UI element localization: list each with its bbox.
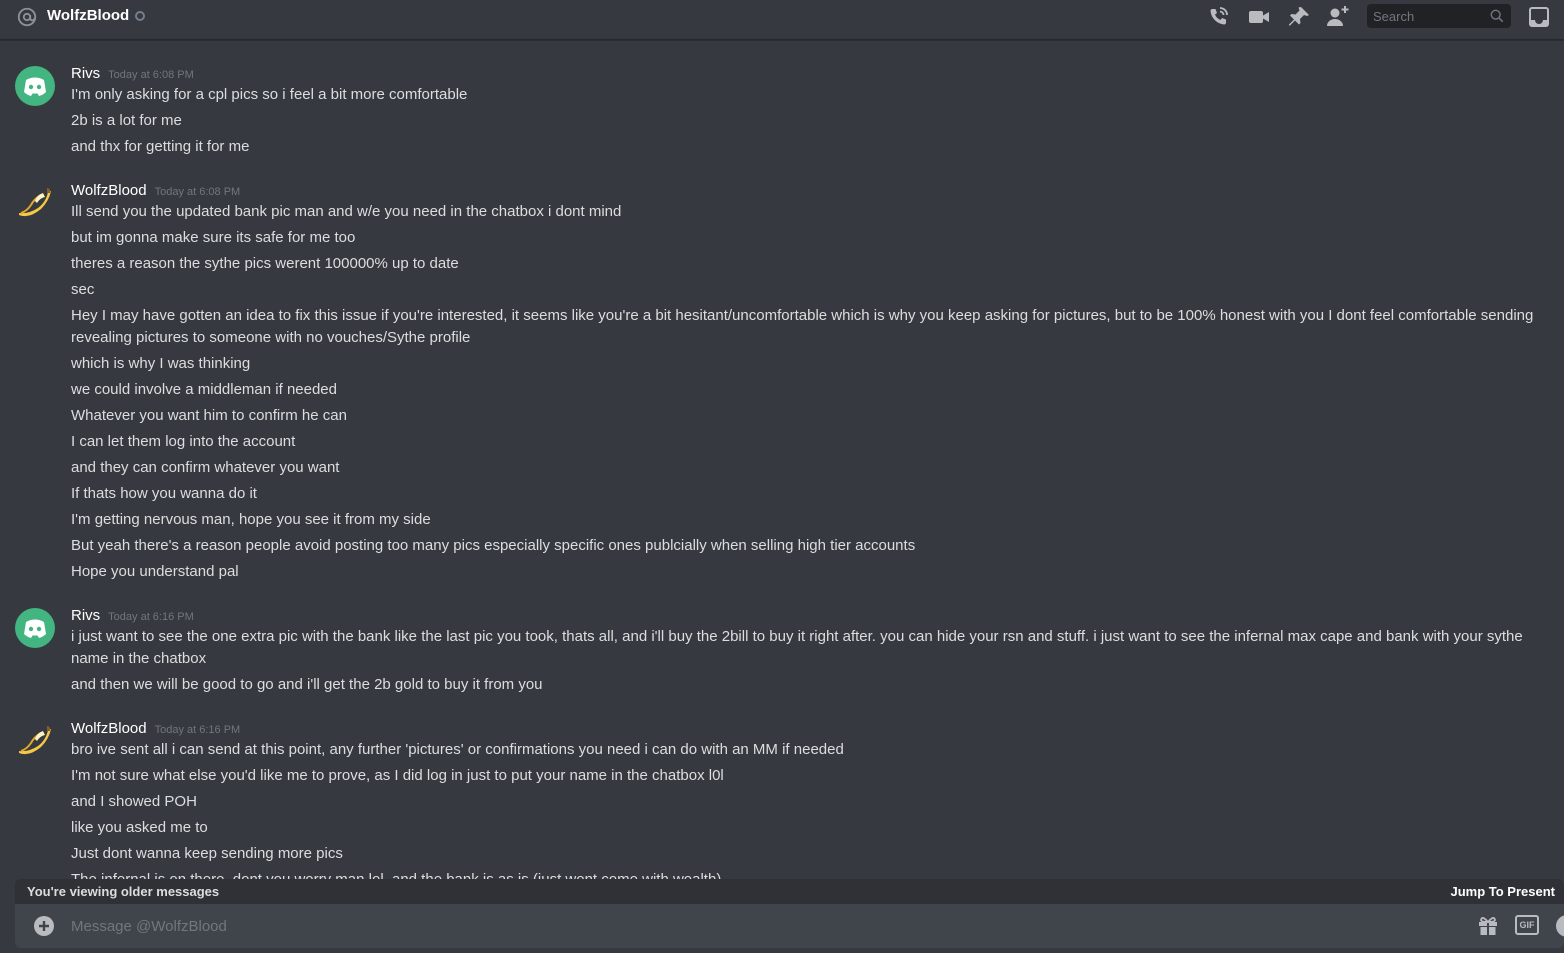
start-voice-call-icon[interactable] — [1206, 5, 1230, 29]
message-text: 2b is a lot for me — [71, 112, 182, 129]
timestamp: Today at 6:08 PM — [108, 69, 194, 81]
pinned-messages-icon[interactable] — [1287, 5, 1311, 29]
message-text: Hey I may have gotten an idea to fix thi… — [71, 307, 1534, 346]
message-text: we could involve a middleman if needed — [71, 381, 337, 398]
at-sign-icon — [17, 7, 37, 27]
offline-status-icon — [135, 11, 145, 21]
message-text: I'm not sure what else you'd like me to … — [71, 767, 724, 784]
message-text: and they can confirm whatever you want — [71, 459, 340, 476]
message-text: If thats how you wanna do it — [71, 485, 257, 502]
message-text: Just dont wanna keep sending more pics — [71, 845, 343, 862]
emoji-picker-icon[interactable] — [1556, 915, 1564, 937]
avatar[interactable] — [15, 608, 55, 648]
timestamp: Today at 6:16 PM — [154, 724, 241, 736]
message-text: Whatever you want him to confirm he can — [71, 407, 347, 424]
search-bar[interactable] — [1367, 4, 1511, 28]
username[interactable]: Rivs — [71, 65, 100, 82]
discord-logo-icon — [24, 77, 46, 96]
timestamp: Today at 6:08 PM — [154, 186, 241, 198]
search-icon — [1490, 9, 1504, 23]
message-text: I'm getting nervous man, hope you see it… — [71, 511, 431, 528]
message-header: WolfzBlood Today at 6:08 PM — [71, 182, 240, 199]
message-text: I'm only asking for a cpl pics so i feel… — [71, 86, 468, 103]
avatar[interactable] — [15, 183, 55, 223]
older-messages-notice: You're viewing older messages — [27, 884, 220, 899]
message-text: I can let them log into the account — [71, 433, 296, 450]
start-video-call-icon[interactable] — [1247, 5, 1271, 29]
message-text: But yeah there's a reason people avoid p… — [71, 537, 916, 554]
message-text: which is why I was thinking — [71, 355, 251, 372]
banana-icon — [19, 726, 51, 755]
jump-to-present-button[interactable]: Jump To Present — [1450, 884, 1555, 899]
message-composer: GIF — [15, 904, 1564, 948]
discord-logo-icon — [24, 619, 46, 638]
message-text: and thx for getting it for me — [71, 138, 250, 155]
message-text: The infernal is on there, dont you worry… — [71, 869, 1541, 879]
message-text: and I showed POH — [71, 793, 197, 810]
avatar[interactable] — [15, 721, 55, 761]
message-text: but im gonna make sure its safe for me t… — [71, 229, 356, 246]
username[interactable]: Rivs — [71, 607, 100, 624]
banana-icon — [19, 188, 51, 217]
message-text: theres a reason the sythe pics werent 10… — [71, 255, 459, 272]
inbox-icon[interactable] — [1527, 5, 1551, 29]
add-friends-to-dm-icon[interactable] — [1326, 5, 1350, 29]
message-text: and then we will be good to go and i'll … — [71, 676, 543, 693]
message-header: WolfzBlood Today at 6:16 PM — [71, 720, 240, 737]
older-messages-bar: You're viewing older messages Jump To Pr… — [15, 879, 1564, 904]
channel-header: WolfzBlood — [0, 0, 1564, 40]
gif-picker-button[interactable]: GIF — [1515, 915, 1539, 935]
channel-name: WolfzBlood — [47, 7, 130, 24]
message-text: Hope you understand pal — [71, 563, 239, 580]
upload-plus-icon[interactable] — [32, 914, 56, 938]
search-input[interactable] — [1367, 8, 1482, 24]
timestamp: Today at 6:16 PM — [108, 611, 194, 623]
avatar[interactable] — [15, 66, 55, 106]
message-text: bro ive sent all i can send at this poin… — [71, 741, 844, 758]
message-list: Rivs Today at 6:08 PM I'm only asking fo… — [0, 41, 1564, 879]
message-text: Ill send you the updated bank pic man an… — [71, 203, 622, 220]
message-header: Rivs Today at 6:08 PM — [71, 65, 194, 82]
message-header: Rivs Today at 6:16 PM — [71, 607, 194, 624]
message-text: i just want to see the one extra pic wit… — [71, 628, 1523, 667]
username[interactable]: WolfzBlood — [71, 720, 147, 737]
message-text: like you asked me to — [71, 819, 208, 836]
message-input[interactable] — [71, 914, 1451, 938]
username[interactable]: WolfzBlood — [71, 182, 147, 199]
message-text: sec — [71, 281, 95, 298]
gift-icon[interactable] — [1476, 914, 1500, 938]
